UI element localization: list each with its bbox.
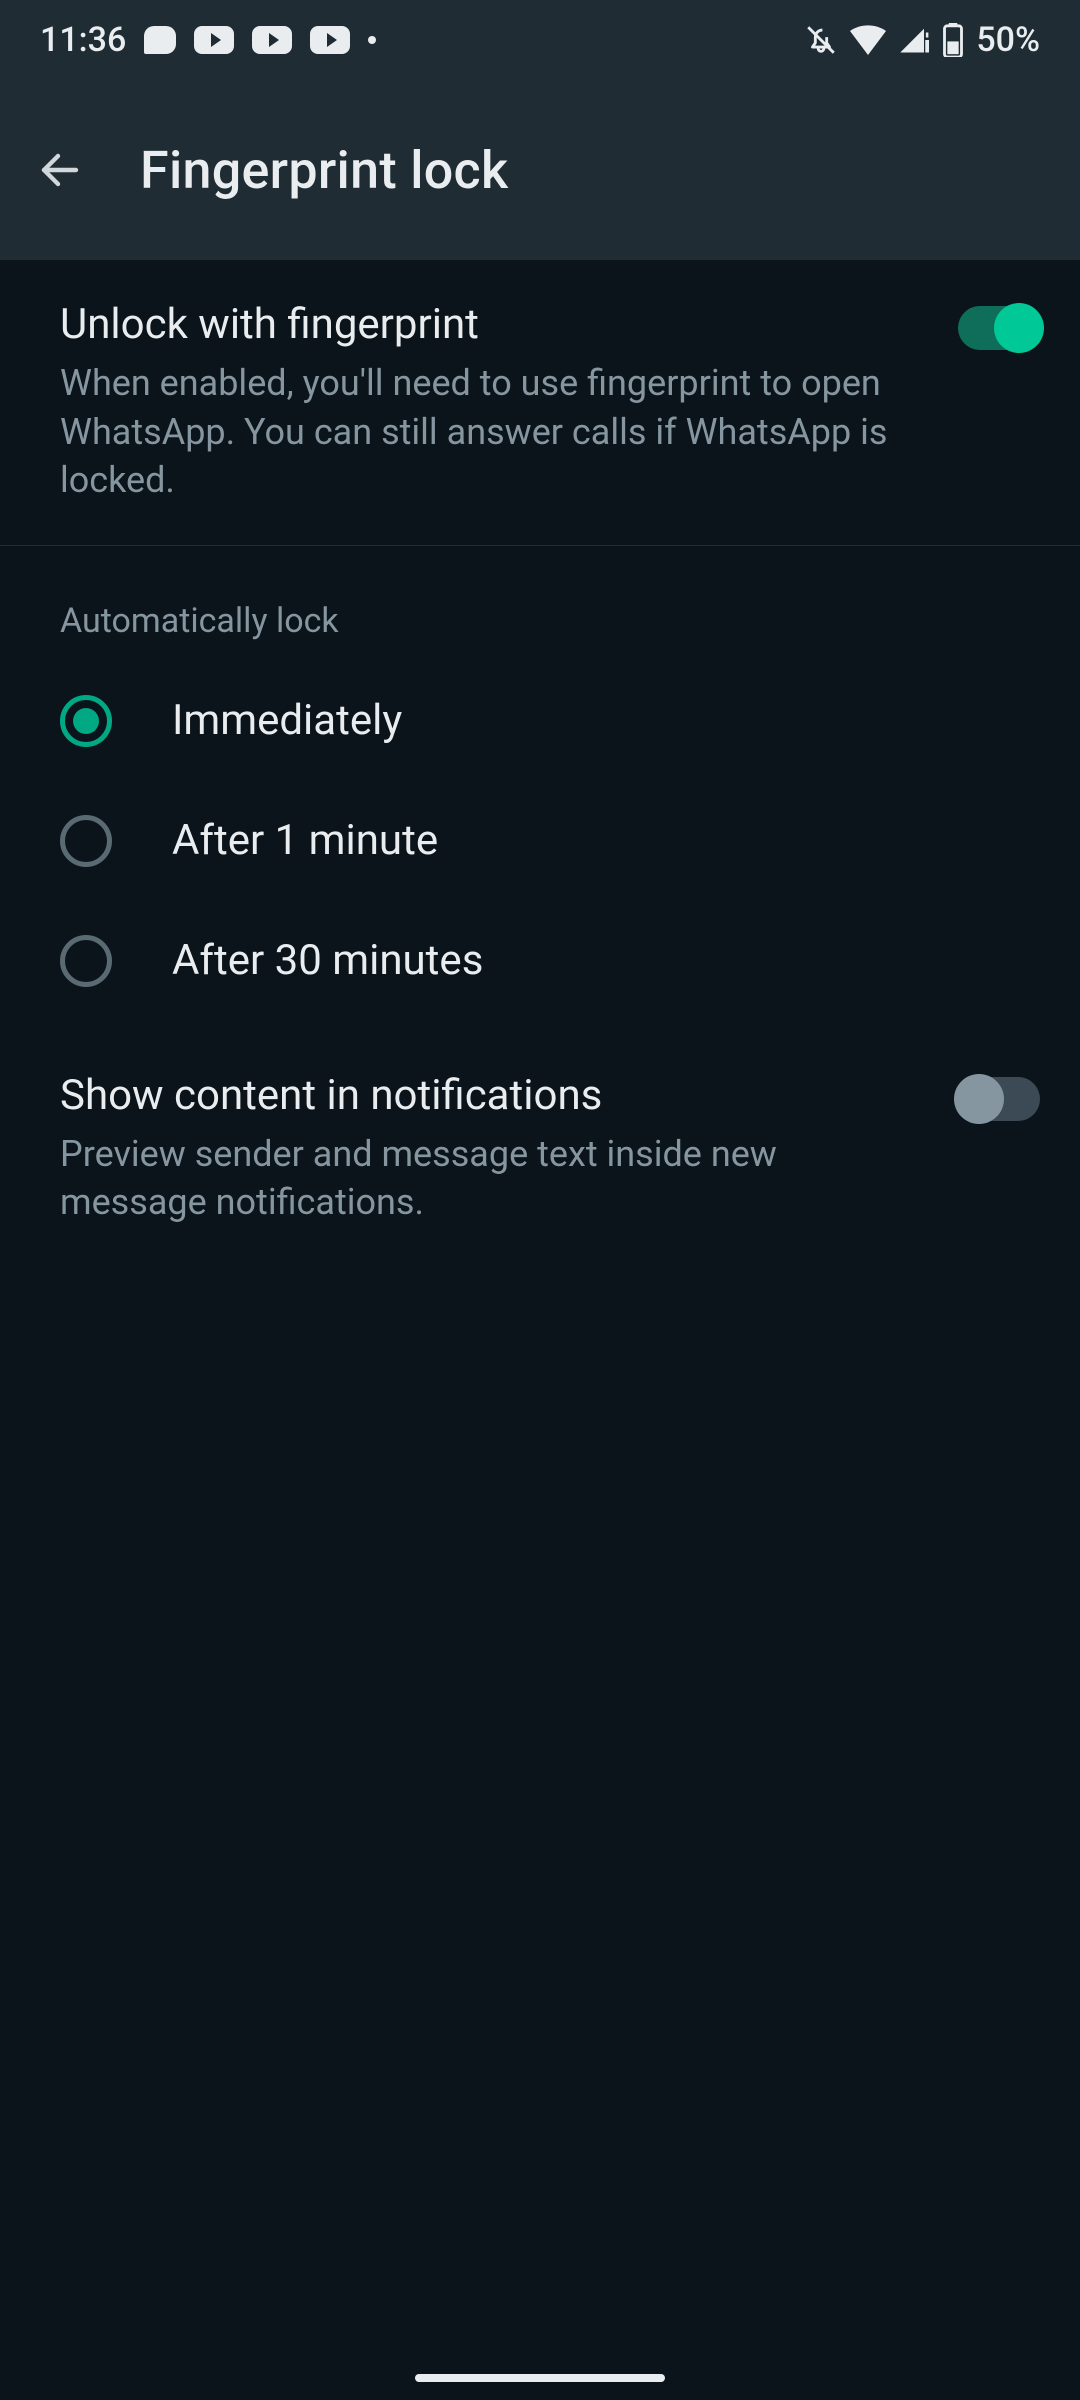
setting-unlock-fingerprint[interactable]: Unlock with fingerprint When enabled, yo… [0, 260, 1080, 545]
radio-label: After 30 minutes [172, 936, 483, 985]
content: Unlock with fingerprint When enabled, yo… [0, 260, 1080, 1267]
more-notifications-dot-icon [368, 36, 376, 44]
setting-text: Unlock with fingerprint When enabled, yo… [60, 300, 918, 505]
cellular-signal-icon [898, 25, 930, 55]
radio-icon [60, 935, 112, 987]
auto-lock-option-1min[interactable]: After 1 minute [0, 781, 1080, 901]
dnd-off-icon [804, 23, 838, 57]
unlock-subtitle: When enabled, you'll need to use fingerp… [60, 359, 918, 505]
status-left: 11:36 [40, 20, 376, 60]
battery-icon [942, 23, 964, 57]
show-content-subtitle: Preview sender and message text inside n… [60, 1130, 918, 1227]
youtube-icon [310, 26, 350, 54]
radio-icon [60, 815, 112, 867]
unlock-title: Unlock with fingerprint [60, 300, 918, 349]
setting-show-content[interactable]: Show content in notifications Preview se… [0, 1021, 1080, 1267]
radio-label: After 1 minute [172, 816, 438, 865]
setting-text: Show content in notifications Preview se… [60, 1071, 918, 1227]
youtube-icon [252, 26, 292, 54]
battery-percentage: 50% [976, 20, 1040, 60]
wifi-icon [850, 25, 886, 55]
status-time: 11:36 [40, 20, 126, 60]
radio-label: Immediately [172, 696, 402, 745]
page-title: Fingerprint lock [140, 140, 508, 201]
auto-lock-option-immediately[interactable]: Immediately [0, 661, 1080, 781]
radio-icon [60, 695, 112, 747]
show-content-title: Show content in notifications [60, 1071, 918, 1120]
auto-lock-option-30min[interactable]: After 30 minutes [0, 901, 1080, 1021]
youtube-icon [194, 26, 234, 54]
show-content-toggle[interactable] [958, 1077, 1040, 1121]
chat-notification-icon [144, 26, 176, 54]
unlock-fingerprint-toggle[interactable] [958, 306, 1040, 350]
back-button[interactable] [30, 140, 90, 200]
home-indicator[interactable] [415, 2374, 665, 2382]
app-bar: Fingerprint lock [0, 80, 1080, 260]
status-right: 50% [804, 20, 1040, 60]
auto-lock-header: Automatically lock [0, 546, 1080, 661]
status-bar: 11:36 50% [0, 0, 1080, 80]
